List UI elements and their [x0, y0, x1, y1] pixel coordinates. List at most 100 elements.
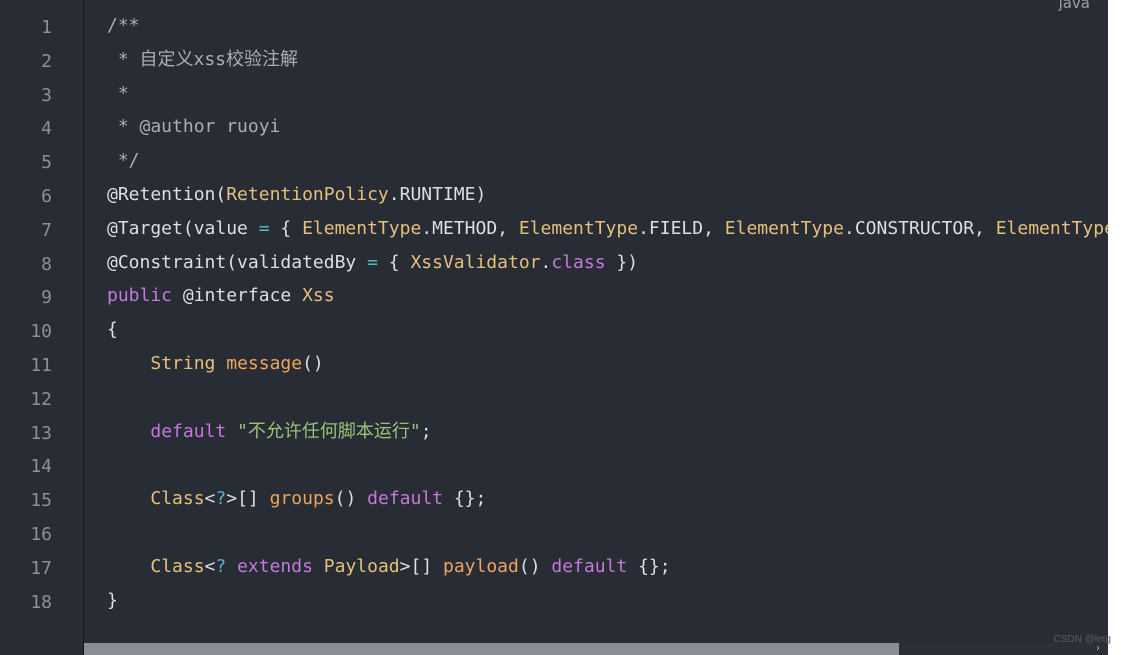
code-line: * @author ruoyi: [107, 115, 281, 139]
code-token: ElementType: [518, 217, 639, 239]
code-line: }: [107, 589, 118, 613]
code-token: >[]: [399, 555, 443, 577]
code-token: }: [107, 589, 118, 611]
line-number: 9: [41, 287, 52, 309]
code-token: Class: [150, 555, 205, 577]
line-number: 13: [30, 422, 52, 444]
code-token: @interface: [172, 285, 303, 307]
scrollbar-thumb[interactable]: [84, 643, 899, 655]
code-token: groups: [269, 488, 335, 510]
code-token: {};: [443, 488, 487, 510]
code-line: */: [107, 149, 140, 173]
code-token: ?: [215, 555, 227, 577]
code-token: @Target(value: [107, 217, 259, 239]
code-token: .RUNTIME): [388, 184, 487, 205]
code-line: @Target(value = { ElementType.METHOD, El…: [107, 217, 1108, 241]
code-token: payload: [443, 555, 519, 577]
code-line: Class<?>[] groups() default {};: [107, 487, 486, 511]
line-number: 12: [30, 388, 52, 410]
code-token: class: [551, 251, 606, 273]
line-number: 1: [41, 17, 52, 38]
code-token: Xss: [302, 285, 335, 307]
code-token: */: [107, 150, 140, 172]
code-token: =: [258, 217, 270, 239]
language-label: java: [1058, 0, 1090, 12]
code-token: }): [605, 251, 639, 273]
code-token: message: [226, 353, 303, 374]
line-number: 14: [30, 456, 52, 478]
code-token: @Constraint(validatedBy: [107, 251, 368, 273]
code-token: default: [150, 420, 227, 442]
code-area[interactable]: /** * 自定义xss校验注解 * * @author ruoyi */ @Re…: [107, 0, 1108, 640]
code-token: .METHOD,: [421, 217, 519, 239]
code-token: .CONSTRUCTOR,: [843, 217, 996, 239]
code-token: ElementType: [995, 217, 1108, 239]
code-token: RetentionPolicy: [226, 184, 389, 205]
line-number: 4: [41, 118, 52, 140]
code-line: * 自定义xss校验注解: [107, 48, 298, 72]
code-token: ElementType: [302, 217, 422, 239]
code-line: *: [107, 82, 129, 106]
code-token: <: [204, 488, 216, 510]
code-line: default "不允许任何脚本运行";: [107, 420, 432, 444]
code-token: extends: [237, 555, 313, 577]
code-token: /**: [107, 15, 140, 36]
line-number: 10: [30, 321, 52, 343]
code-token: .: [540, 251, 552, 273]
code-token: {: [107, 319, 118, 341]
code-token: (): [334, 488, 368, 510]
code-token: *: [107, 82, 129, 104]
code-token: ElementType: [724, 217, 844, 239]
horizontal-scrollbar[interactable]: ›: [84, 643, 1108, 655]
code-token: .FIELD,: [638, 217, 725, 239]
code-token: {: [269, 217, 303, 239]
line-number: 18: [30, 591, 52, 613]
code-token: * 自定义xss校验注解: [107, 48, 299, 70]
code-editor: 1 2 3 4 5 6 7 8 9 10 11 12 13 14 15 16 17 18 /** * 自定义xss…: [0, 0, 1108, 655]
line-number: 8: [41, 253, 52, 275]
code-token: {: [377, 251, 411, 273]
code-token: <: [204, 555, 216, 577]
code-token: * @author ruoyi: [107, 116, 281, 138]
line-number: 3: [41, 84, 52, 106]
code-token: "不允许任何脚本运行": [237, 420, 421, 442]
code-token: ?: [215, 488, 227, 510]
code-token: default: [367, 488, 443, 510]
code-line: @Constraint(validatedBy = { XssValidator…: [107, 251, 638, 275]
code-token: Class: [150, 488, 205, 510]
line-number-gutter: 1 2 3 4 5 6 7 8 9 10 11 12 13 14 15 16 17 18: [0, 0, 84, 655]
code-line: /**: [107, 14, 140, 38]
line-number: 16: [30, 524, 52, 545]
code-token: public: [107, 285, 173, 307]
code-token: @Retention(: [107, 184, 227, 205]
code-token: (): [302, 353, 324, 374]
code-token: default: [551, 555, 628, 577]
line-number: 2: [41, 50, 52, 72]
code-line: {: [107, 318, 118, 342]
code-token: >[]: [226, 488, 270, 510]
code-line: Class<? extends Payload>[] payload() def…: [107, 555, 671, 579]
code-token: String: [150, 353, 216, 374]
line-number: 7: [41, 219, 52, 241]
line-number: 6: [41, 186, 52, 207]
watermark: CSDN @letg: [1053, 634, 1111, 645]
code-line: @Retention(RetentionPolicy.RUNTIME): [107, 183, 486, 207]
line-number: 17: [30, 557, 52, 579]
code-line: public @interface Xss: [107, 284, 335, 308]
code-token: ;: [420, 420, 432, 442]
code-token: XssValidator: [410, 251, 541, 273]
line-number: 11: [30, 355, 52, 376]
line-number: 15: [30, 490, 52, 512]
code-line: String message(): [107, 352, 324, 376]
code-token: =: [367, 251, 378, 273]
code-token: Payload: [323, 555, 400, 577]
code-token: {};: [627, 555, 671, 577]
